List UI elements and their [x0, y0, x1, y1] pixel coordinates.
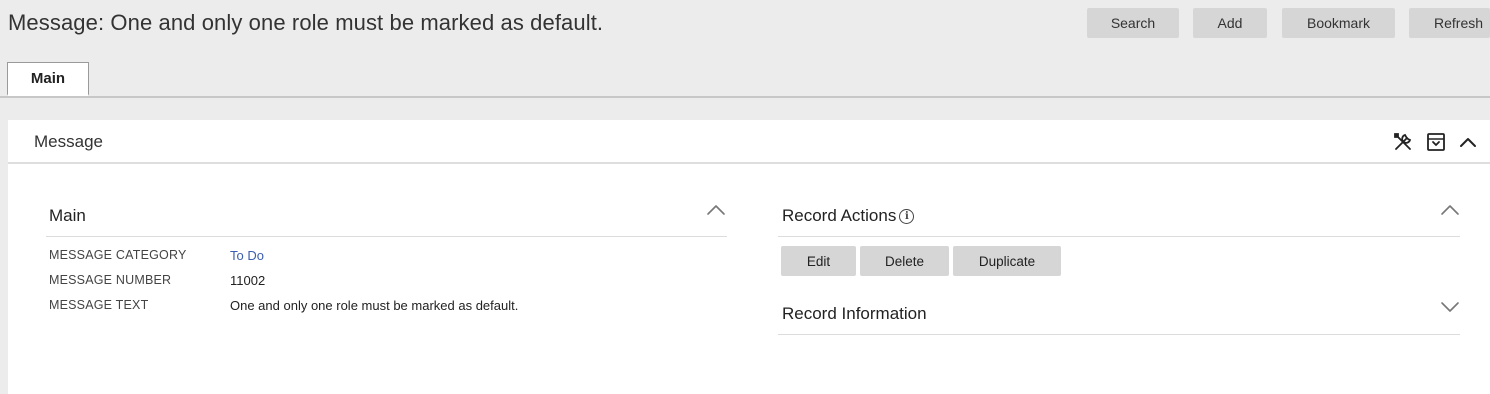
field-label-message-number: MESSAGE NUMBER: [49, 273, 172, 287]
tab-strip-divider: [0, 96, 1490, 98]
field-value-message-text: One and only one role must be marked as …: [230, 298, 519, 313]
info-icon[interactable]: i: [899, 209, 915, 225]
panel-header: Message: [8, 120, 1490, 164]
save-to-box-icon[interactable]: [1424, 130, 1448, 154]
record-actions-label: Record Actions: [782, 206, 897, 225]
record-actions-divider: [778, 236, 1460, 237]
tools-icon[interactable]: [1391, 130, 1415, 154]
bookmark-button[interactable]: Bookmark: [1282, 8, 1395, 38]
field-label-message-category: MESSAGE CATEGORY: [49, 248, 187, 262]
panel-title: Message: [34, 132, 103, 151]
edit-button[interactable]: Edit: [781, 246, 856, 276]
field-label-message-text: MESSAGE TEXT: [49, 298, 149, 312]
tab-main[interactable]: Main: [7, 62, 89, 96]
duplicate-button[interactable]: Duplicate: [953, 246, 1061, 276]
main-section-title: Main: [49, 206, 86, 225]
refresh-button[interactable]: Refresh: [1409, 8, 1490, 38]
record-actions-title: Record Actions i: [782, 206, 915, 226]
main-section-collapse-icon[interactable]: [706, 202, 726, 216]
search-button[interactable]: Search: [1087, 8, 1179, 38]
record-information-expand-icon[interactable]: [1440, 300, 1460, 314]
field-value-message-category[interactable]: To Do: [230, 248, 264, 263]
delete-button[interactable]: Delete: [860, 246, 949, 276]
record-actions-collapse-icon[interactable]: [1440, 202, 1460, 216]
page-title: Message: One and only one role must be m…: [8, 10, 604, 35]
add-button[interactable]: Add: [1193, 8, 1267, 38]
message-panel: Message Main MESSAGE CATEGORY To Do MESS…: [8, 120, 1490, 394]
record-information-title[interactable]: Record Information: [782, 304, 927, 324]
chevron-up-icon[interactable]: [1456, 130, 1480, 154]
main-section-divider: [46, 236, 727, 237]
field-value-message-number: 11002: [230, 273, 266, 288]
record-information-divider: [778, 334, 1460, 335]
